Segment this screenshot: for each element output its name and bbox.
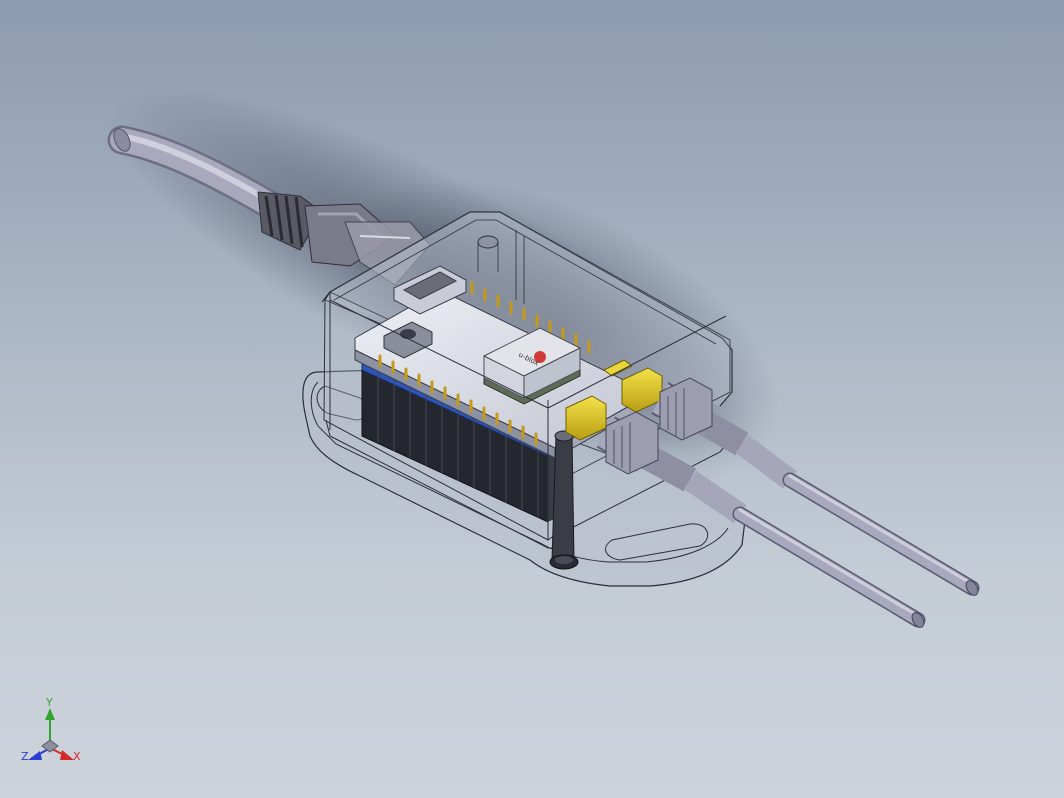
triad-x-axis: X (49, 747, 81, 763)
orientation-triad[interactable]: Y X Z (21, 696, 81, 763)
triad-z-label: Z (21, 750, 29, 763)
triad-x-label: X (73, 750, 81, 763)
triad-z-axis: Z (21, 747, 51, 763)
cad-model-scene[interactable]: u-blox Y X Z (0, 0, 1064, 798)
triad-y-label: Y (45, 696, 53, 709)
cad-viewport[interactable]: u-blox Y X Z (0, 0, 1064, 798)
